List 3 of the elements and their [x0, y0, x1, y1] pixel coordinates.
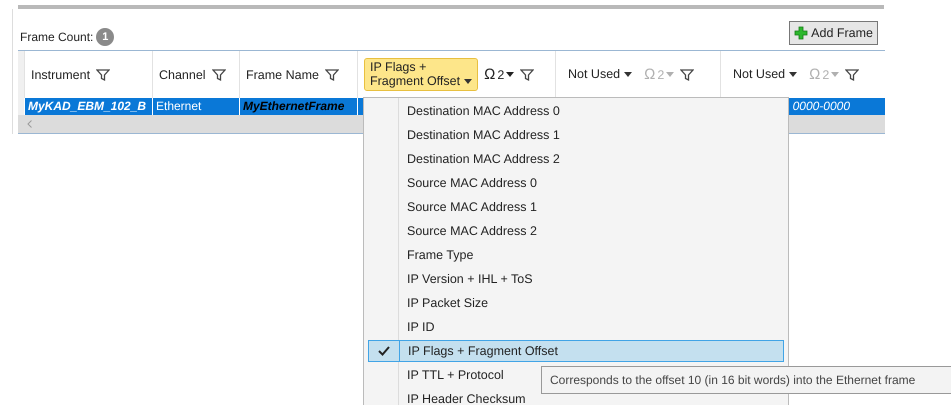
tooltip: Corresponds to the offset 10 (in 16 bit words) into the Ethernet frame	[541, 366, 951, 394]
frame-count-badge: 1	[96, 28, 114, 46]
frame-count-label: Frame Count:	[20, 30, 94, 44]
